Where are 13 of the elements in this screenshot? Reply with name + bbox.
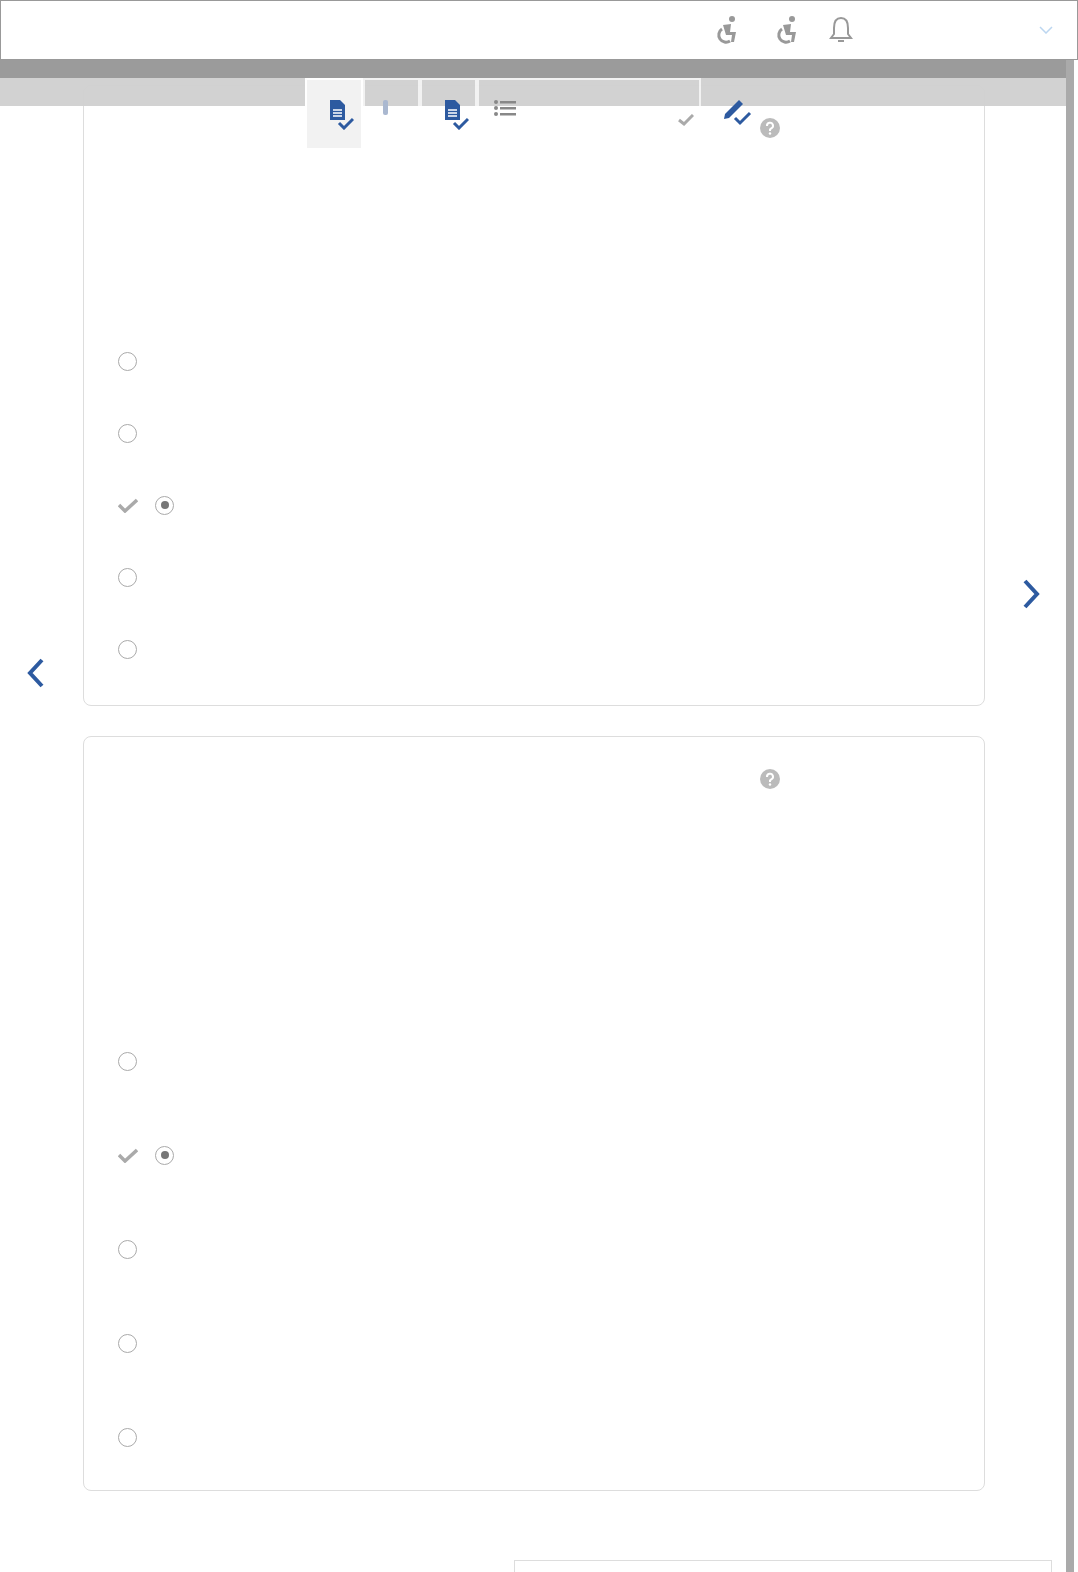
check-icon bbox=[118, 1147, 138, 1163]
check-icon bbox=[678, 114, 694, 126]
document-check-icon bbox=[328, 98, 354, 130]
scrollbar[interactable] bbox=[1066, 60, 1074, 1572]
help-icon[interactable] bbox=[760, 769, 780, 789]
check-icon bbox=[118, 497, 138, 513]
bar-icon bbox=[383, 100, 388, 115]
document-check-icon bbox=[443, 98, 469, 130]
toolbar-tab[interactable] bbox=[305, 78, 363, 148]
help-icon[interactable] bbox=[760, 118, 780, 138]
bell-icon[interactable] bbox=[828, 15, 854, 45]
chevron-down-icon[interactable] bbox=[1039, 26, 1053, 34]
list-icon bbox=[494, 100, 516, 116]
